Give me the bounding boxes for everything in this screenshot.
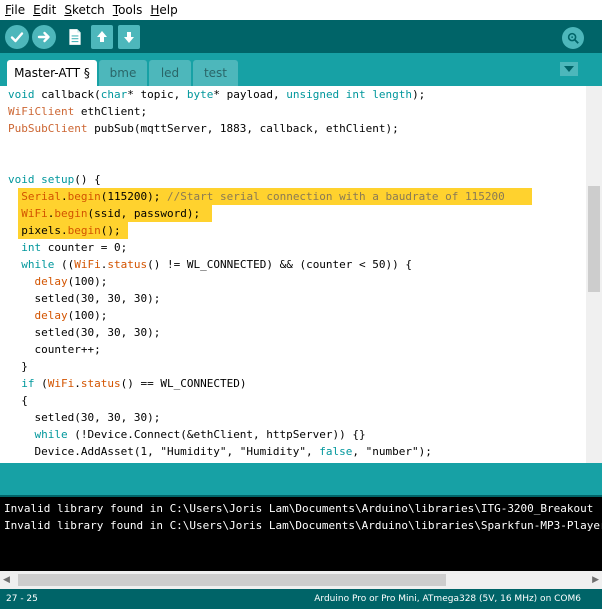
code-line: void setup() { xyxy=(8,173,101,186)
console-output: Invalid library found in C:\Users\Joris … xyxy=(0,497,602,571)
upload-icon xyxy=(37,31,50,43)
code-line: Device.AddAsset(1, "Humidity", "Humidity… xyxy=(8,445,432,458)
console-line: Invalid library found in C:\Users\Joris … xyxy=(4,519,602,532)
open-button[interactable] xyxy=(91,25,113,49)
code-line: PubSubClient pubSub(mqttServer, 1883, ca… xyxy=(8,122,399,135)
save-icon xyxy=(124,32,134,43)
code-line-highlighted: Serial.begin(115200); //Start serial con… xyxy=(8,188,532,205)
code-line: while ((WiFi.status() != WL_CONNECTED) &… xyxy=(21,258,413,271)
save-button[interactable] xyxy=(118,25,140,49)
editor-vertical-scrollbar[interactable] xyxy=(586,86,602,463)
code-lines: void callback(char* topic, byte* payload… xyxy=(8,86,532,460)
code-line: } xyxy=(8,360,28,373)
console-scroll-thumb[interactable] xyxy=(18,574,446,586)
tab-led[interactable]: led xyxy=(149,60,191,86)
menu-edit-label: dit xyxy=(40,3,57,17)
code-line: counter++; xyxy=(8,343,101,356)
code-line: while (!Device.Connect(&ethClient, httpS… xyxy=(34,428,366,441)
menu-edit-mnemonic: E xyxy=(33,3,41,17)
menu-sketch[interactable]: Sketch xyxy=(60,3,108,17)
code-line: int counter = 0; xyxy=(21,241,128,254)
code-line: delay(100); xyxy=(34,309,108,322)
serial-monitor-icon xyxy=(567,32,579,44)
tab-test[interactable]: test xyxy=(193,60,238,86)
new-icon xyxy=(69,29,81,45)
code-line: { xyxy=(8,394,28,407)
menu-tools[interactable]: Tools xyxy=(109,3,147,17)
menu-tools-label: ools xyxy=(118,3,143,17)
code-editor[interactable]: void callback(char* topic, byte* payload… xyxy=(0,86,586,463)
status-bar: 27 - 25 Arduino Pro or Pro Mini, ATmega3… xyxy=(0,589,602,609)
verify-icon xyxy=(10,32,24,43)
console-horizontal-scrollbar[interactable]: ◀ ▶ xyxy=(0,571,602,589)
code-line: delay(100); xyxy=(34,275,108,288)
code-line-highlighted: pixels.begin(); xyxy=(8,222,505,239)
tab-menu-button[interactable] xyxy=(560,62,578,76)
tab-bme[interactable]: bme xyxy=(99,60,147,86)
line-position: 27 - 25 xyxy=(6,594,38,604)
new-button[interactable] xyxy=(64,25,86,49)
upload-button[interactable] xyxy=(32,25,56,49)
code-line: setled(30, 30, 30); xyxy=(8,292,161,305)
serial-monitor-button[interactable] xyxy=(562,27,584,49)
open-icon xyxy=(97,31,107,42)
menu-sketch-mnemonic: S xyxy=(64,3,72,17)
menu-file[interactable]: File xyxy=(0,3,29,17)
code-line: setled(30, 30, 30); xyxy=(8,326,161,339)
editor-scroll-thumb[interactable] xyxy=(588,186,600,292)
scroll-right-icon[interactable]: ▶ xyxy=(592,575,599,585)
menu-bar: File Edit Sketch Tools Help xyxy=(0,0,602,20)
menu-file-label: ile xyxy=(11,3,26,17)
tab-bar: Master-ATT § bme led test xyxy=(0,53,602,86)
code-line: void callback(char* topic, byte* payload… xyxy=(8,88,426,101)
menu-sketch-label: ketch xyxy=(71,3,105,17)
message-area xyxy=(0,463,602,497)
scroll-left-icon[interactable]: ◀ xyxy=(3,575,10,585)
menu-help[interactable]: Help xyxy=(146,3,181,17)
board-info: Arduino Pro or Pro Mini, ATmega328 (5V, … xyxy=(314,594,581,604)
verify-button[interactable] xyxy=(5,25,29,49)
menu-edit[interactable]: Edit xyxy=(29,3,60,17)
code-line: setled(30, 30, 30); xyxy=(8,411,161,424)
menu-help-label: elp xyxy=(159,3,178,17)
chevron-down-icon xyxy=(564,66,574,72)
code-line: WiFiClient ethClient; xyxy=(8,105,148,118)
console-line: Invalid library found in C:\Users\Joris … xyxy=(4,502,594,515)
tab-master-att[interactable]: Master-ATT § xyxy=(7,60,97,86)
code-line-highlighted: WiFi.begin(ssid, password); xyxy=(8,205,505,222)
toolbar xyxy=(0,20,602,53)
code-line: if (WiFi.status() == WL_CONNECTED) xyxy=(21,377,247,390)
